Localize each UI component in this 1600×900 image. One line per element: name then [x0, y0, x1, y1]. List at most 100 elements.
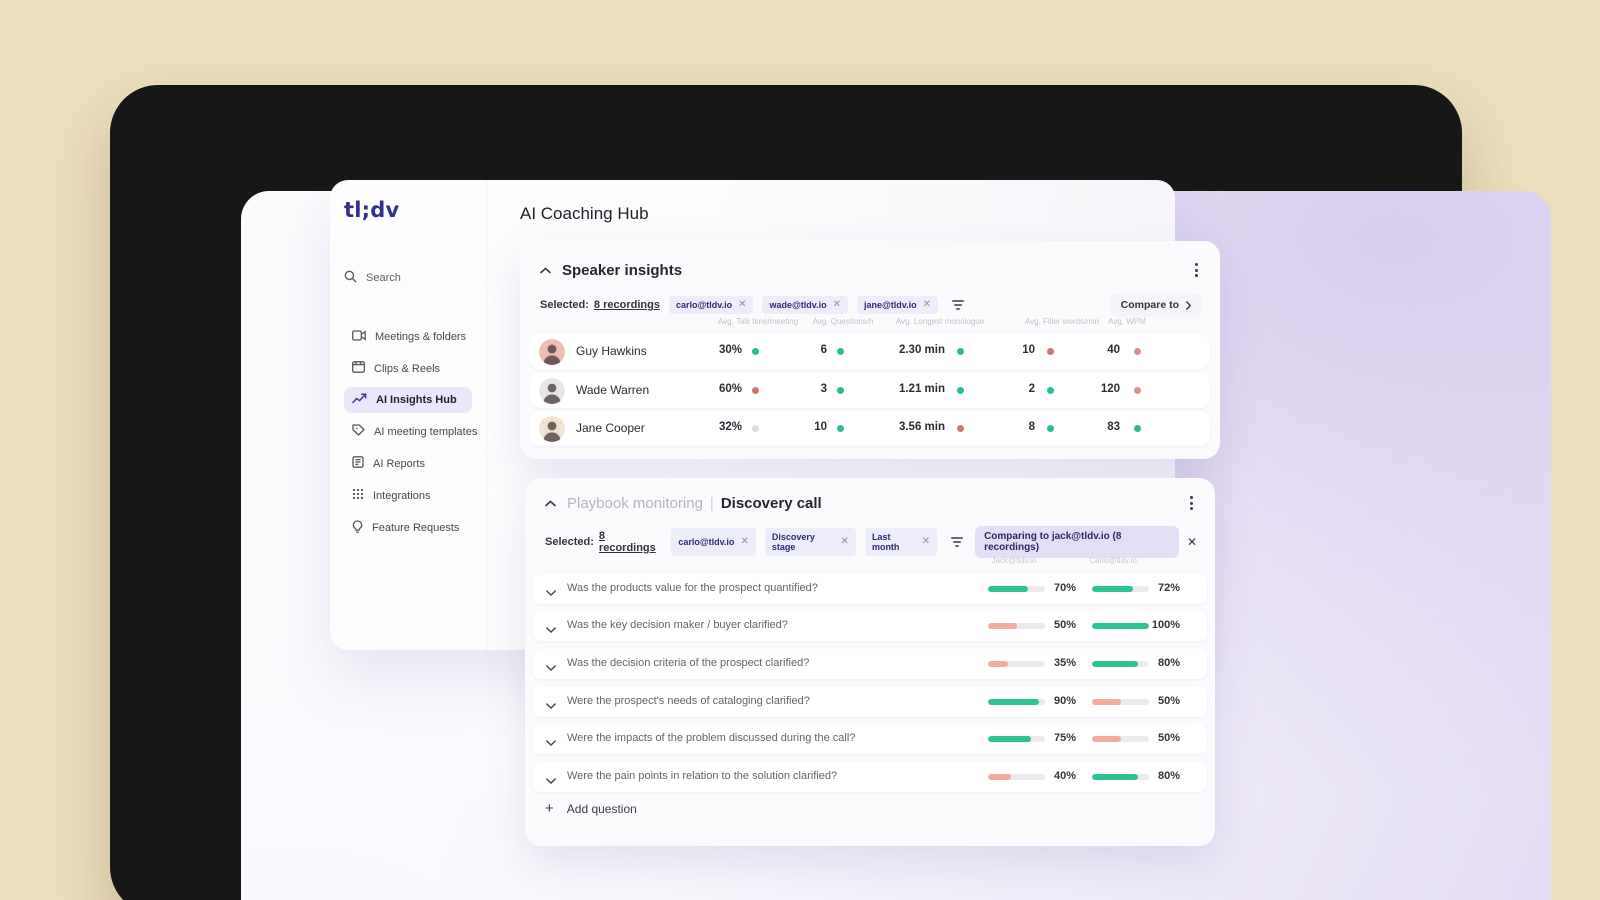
playbook-monitoring-label: Playbook monitoring — [567, 494, 703, 512]
chevron-down-icon[interactable] — [546, 583, 556, 601]
progress-bar-carlo — [1092, 736, 1149, 742]
sidebar-item-ai-reports[interactable]: AI Reports — [344, 450, 472, 477]
filter-chips: carlo@tldv.io ✕ wade@tldv.io ✕ jane@tldv… — [668, 296, 938, 314]
progress-bar-carlo — [1092, 774, 1149, 780]
collapse-chevron-up-icon[interactable] — [545, 494, 556, 512]
column-jack-label: Jack@tldv.io — [991, 556, 1037, 565]
question-text: Was the products value for the prospect … — [567, 582, 818, 594]
filter-chip-label: Discovery stage — [771, 532, 815, 552]
card-title: Speaker insights — [562, 261, 683, 279]
selected-label: Selected: — [545, 536, 594, 548]
filter-chip[interactable]: carlo@tldv.io ✕ — [668, 296, 754, 314]
speaker-filters-row: Selected: 8 recordings carlo@tldv.io ✕ w… — [520, 281, 1220, 317]
filter-chip[interactable]: Discovery stage ✕ — [764, 528, 856, 556]
progress-value-carlo: 50% — [1157, 695, 1180, 707]
chevron-down-icon[interactable] — [546, 733, 556, 751]
playbook-monitoring-card: Playbook monitoring | Discovery call Selec… — [525, 478, 1215, 846]
filter-chip[interactable]: jane@tldv.io ✕ — [856, 296, 938, 314]
card-title: Playbook monitoring | Discovery call — [567, 495, 822, 512]
progress-value-jack: 50% — [1053, 619, 1076, 631]
sidebar-item-label: Clips & Reels — [374, 362, 441, 375]
compare-to-label: Compare to — [1120, 299, 1179, 311]
progress-bar-jack — [988, 736, 1045, 742]
video-camera-icon — [352, 330, 366, 344]
filter-chip[interactable]: wade@tldv.io ✕ — [762, 296, 848, 314]
status-dot-green — [837, 387, 844, 394]
sidebar-item-label: AI meeting templates — [374, 425, 478, 438]
recordings-link[interactable]: 8 recordings — [594, 299, 660, 311]
question-row[interactable]: Were the pain points in relation to the … — [533, 762, 1207, 792]
filter-chip-label: jane@tldv.io — [863, 300, 917, 310]
metric-value: 3.56 min — [898, 421, 945, 433]
playbook-filters-row: Selected: 8 recordings carlo@tldv.io ✕ D… — [525, 514, 1215, 558]
sidebar-item-label: Feature Requests — [372, 522, 460, 534]
table-row: Jane Cooper 32% 10 3.56 min 8 83 — [530, 411, 1210, 446]
comparing-badge: Comparing to jack@tldv.io (8 recordings)… — [975, 526, 1197, 558]
status-dot-pink — [1134, 387, 1141, 394]
page-title: AI Coaching Hub — [520, 204, 649, 223]
filter-icon[interactable] — [948, 534, 966, 550]
sidebar: tl;dv Search Meetings & folders Clips & … — [330, 180, 487, 650]
chip-close-icon[interactable]: ✕ — [923, 300, 931, 310]
chip-close-icon[interactable]: ✕ — [922, 537, 930, 547]
question-row[interactable]: Were the impacts of the problem discusse… — [533, 724, 1207, 754]
question-row[interactable]: Was the key decision maker / buyer clari… — [533, 611, 1207, 641]
progress-bar-carlo — [1092, 586, 1149, 592]
metric-value: 6 — [820, 344, 827, 356]
compare-to-button[interactable]: Compare to — [1109, 293, 1202, 317]
question-row[interactable]: Was the products value for the prospect … — [533, 574, 1207, 604]
chevron-down-icon[interactable] — [546, 620, 556, 638]
chevron-down-icon[interactable] — [546, 658, 556, 676]
collapse-chevron-up-icon[interactable] — [540, 261, 551, 279]
sidebar-item-ai-insights-hub[interactable]: AI Insights Hub — [344, 387, 472, 413]
lightbulb-icon — [352, 520, 363, 536]
metric-value: 10 — [1022, 344, 1035, 356]
metric-value: 10 — [814, 421, 827, 433]
progress-bar-jack — [988, 661, 1045, 667]
progress-value-jack: 40% — [1053, 770, 1076, 782]
column-carlo-label: Carlo@tldv.io — [1089, 556, 1137, 565]
question-row[interactable]: Were the prospect's needs of cataloging … — [533, 687, 1207, 717]
discovery-call-label: Discovery call — [720, 494, 822, 512]
chip-close-icon[interactable]: ✕ — [740, 537, 748, 547]
sidebar-item-clips-reels[interactable]: Clips & Reels — [344, 355, 472, 382]
report-file-icon — [352, 456, 364, 471]
add-question-button[interactable]: + Add question — [545, 800, 637, 817]
question-row[interactable]: Was the decision criteria of the prospec… — [533, 649, 1207, 679]
search-label: Search — [366, 272, 401, 284]
sidebar-item-integrations[interactable]: Integrations — [344, 482, 472, 509]
search-button[interactable]: Search — [344, 270, 472, 286]
chip-close-icon[interactable]: ✕ — [833, 300, 841, 310]
progress-bar-carlo — [1092, 699, 1149, 705]
sidebar-item-label: Meetings & folders — [375, 331, 467, 343]
speaker-name: Guy Hawkins — [576, 344, 647, 358]
filter-icon[interactable] — [949, 297, 967, 313]
filter-chip[interactable]: carlo@tldv.io ✕ — [671, 528, 756, 556]
sidebar-item-meetings-folders[interactable]: Meetings & folders — [344, 324, 472, 350]
metric-value: 1.21 min — [898, 383, 945, 395]
add-question-label: Add question — [566, 801, 637, 816]
filter-chip-label: carlo@tldv.io — [678, 537, 735, 547]
more-menu-icon[interactable] — [1186, 492, 1197, 514]
speaker-name: Jane Cooper — [576, 421, 645, 435]
sidebar-item-feature-requests[interactable]: Feature Requests — [344, 514, 472, 542]
comparing-badge-label: Comparing to jack@tldv.io (8 recordings) — [975, 526, 1179, 558]
chip-close-icon[interactable]: ✕ — [841, 537, 849, 547]
column-header: Avg. Questions/h — [812, 317, 874, 326]
chip-close-icon[interactable]: ✕ — [738, 300, 746, 310]
close-icon[interactable]: ✕ — [1187, 535, 1197, 549]
more-menu-icon[interactable] — [1191, 259, 1202, 281]
plus-icon: + — [545, 800, 554, 817]
filter-chip[interactable]: Last month ✕ — [864, 528, 938, 556]
recordings-link[interactable]: 8 recordings — [599, 530, 662, 554]
sidebar-item-ai-meeting-templates[interactable]: AI meeting templates — [344, 418, 477, 445]
speaker-name: Wade Warren — [576, 383, 650, 397]
chevron-down-icon[interactable] — [546, 696, 556, 714]
speaker-insights-header: Speaker insights — [520, 241, 1220, 281]
chevron-down-icon[interactable] — [546, 771, 556, 789]
filter-chip-label: Last month — [871, 532, 900, 552]
progress-bar-jack — [988, 623, 1045, 629]
sidebar-item-label: AI Reports — [373, 457, 425, 470]
progress-value-jack: 70% — [1053, 582, 1076, 594]
avatar — [539, 415, 565, 442]
